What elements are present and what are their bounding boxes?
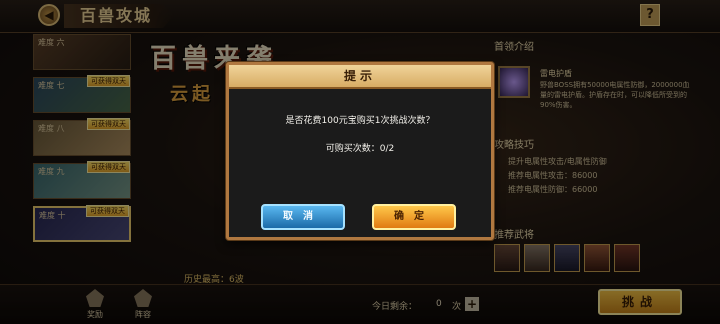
- purchase-dialog: 提示 是否花费100元宝购买1次挑战次数？ 可购买次数：0/2 取消 确定: [226, 62, 494, 240]
- dialog-title: 提示: [343, 69, 376, 83]
- cancel-button[interactable]: 取消: [261, 204, 345, 230]
- dialog-header: 提示: [229, 65, 491, 89]
- game-scene: ◀ 百兽攻城 ? 难度 六 难度 七 可获得双天 难度 八 可获得双天 难度 九…: [0, 0, 720, 324]
- purchase-count: 可购买次数：0/2: [325, 144, 395, 154]
- confirm-button[interactable]: 确定: [372, 204, 456, 230]
- dialog-message: 是否花费100元宝购买1次挑战次数？: [285, 116, 435, 126]
